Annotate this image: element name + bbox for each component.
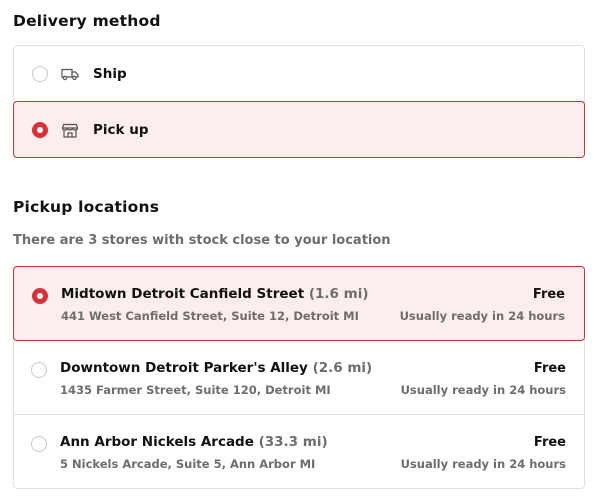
delivery-method-group: Ship Pick up [13,45,585,158]
location-price: Free [533,435,566,450]
checkout-delivery-page: Delivery method Ship Pick up Pickup loca… [0,0,602,500]
pickup-radio[interactable] [32,122,48,138]
delivery-option-ship[interactable]: Ship [13,45,585,102]
location-address: 5 Nickels Arcade, Suite 5, Ann Arbor MI [60,457,316,471]
pickup-location-item[interactable]: Ann Arbor Nickels Arcade (33.3 mi) 5 Nic… [13,415,585,489]
location-ready-time: Usually ready in 24 hours [400,383,566,397]
truck-icon [61,66,79,82]
location-price: Free [532,287,565,302]
pickup-locations-subtitle: There are 3 stores with stock close to y… [13,233,391,248]
location-radio[interactable] [31,436,47,452]
pickup-location-item[interactable]: Midtown Detroit Canfield Street (1.6 mi)… [13,266,585,341]
location-price: Free [533,361,566,376]
location-distance: (1.6 mi) [308,286,369,302]
location-name-text: Downtown Detroit Parker's Alley [60,360,308,376]
location-ready-time: Usually ready in 24 hours [399,309,565,323]
location-address: 441 West Canfield Street, Suite 12, Detr… [61,309,359,323]
location-radio[interactable] [32,288,48,304]
location-name: Downtown Detroit Parker's Alley (2.6 mi) [60,360,372,376]
location-ready-time: Usually ready in 24 hours [400,457,566,471]
location-distance: (33.3 mi) [258,434,328,450]
delivery-method-title: Delivery method [13,12,161,30]
location-name-text: Ann Arbor Nickels Arcade [60,434,254,450]
ship-label: Ship [93,66,127,82]
location-address: 1435 Farmer Street, Suite 120, Detroit M… [60,383,331,397]
location-radio[interactable] [31,362,47,378]
location-distance: (2.6 mi) [312,360,373,376]
pickup-label: Pick up [93,122,149,138]
pickup-locations-title: Pickup locations [13,198,160,216]
store-icon [61,122,79,138]
delivery-option-pickup[interactable]: Pick up [13,101,585,158]
pickup-locations-list: Midtown Detroit Canfield Street (1.6 mi)… [13,266,585,489]
ship-radio[interactable] [32,66,48,82]
pickup-location-item[interactable]: Downtown Detroit Parker's Alley (2.6 mi)… [13,341,585,415]
location-name: Ann Arbor Nickels Arcade (33.3 mi) [60,434,328,450]
location-name-text: Midtown Detroit Canfield Street [61,286,305,302]
location-name: Midtown Detroit Canfield Street (1.6 mi) [61,286,369,302]
